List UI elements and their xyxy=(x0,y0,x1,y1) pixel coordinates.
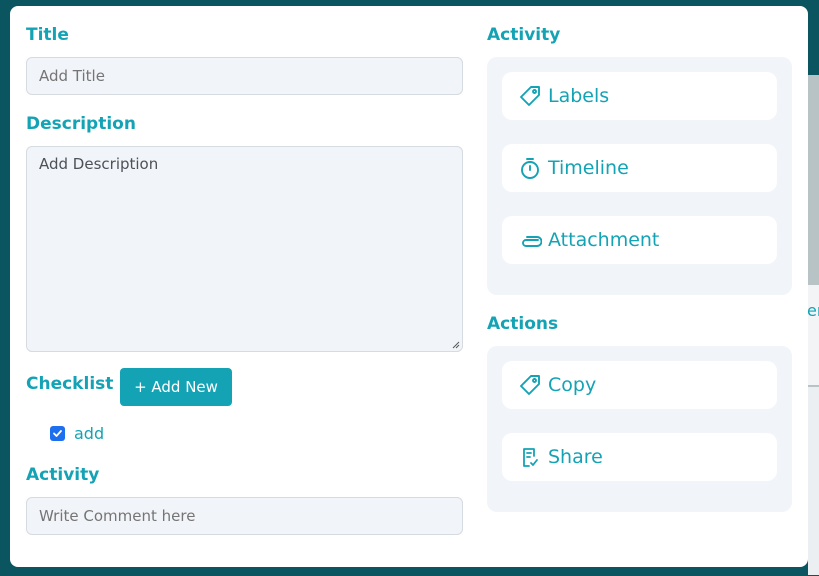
comment-input[interactable] xyxy=(26,497,463,535)
attachment-button[interactable]: Attachment xyxy=(502,216,777,264)
activity-panel: Labels Timeline Attachment xyxy=(487,57,792,295)
checklist-label: Checklist xyxy=(26,374,114,394)
card-detail-modal: Title Description Add Description Checkl… xyxy=(10,6,808,567)
add-new-button[interactable]: + Add New xyxy=(120,368,232,406)
title-input[interactable] xyxy=(26,57,463,95)
attachment-button-label: Attachment xyxy=(548,229,660,251)
tag-icon xyxy=(518,373,542,397)
background-board: er xyxy=(807,75,819,575)
paperclip-icon xyxy=(518,228,542,252)
background-column xyxy=(808,387,819,575)
description-textarea[interactable]: Add Description xyxy=(26,146,463,352)
labels-button-label: Labels xyxy=(548,85,610,107)
checklist-item[interactable]: add xyxy=(50,424,104,443)
checklist-checkbox[interactable] xyxy=(50,426,65,441)
activity-panel-heading: Activity xyxy=(487,25,561,45)
copy-button[interactable]: Copy xyxy=(502,361,777,409)
stopwatch-icon xyxy=(518,156,542,180)
activity-label: Activity xyxy=(26,465,100,485)
timeline-button-label: Timeline xyxy=(548,157,629,179)
share-button-label: Share xyxy=(548,446,603,468)
copy-button-label: Copy xyxy=(548,374,597,396)
background-card xyxy=(808,285,819,385)
checklist-item-label: add xyxy=(74,424,105,443)
actions-panel-heading: Actions xyxy=(487,314,559,334)
timeline-button[interactable]: Timeline xyxy=(502,144,777,192)
description-text: Add Description xyxy=(39,155,159,173)
background-text: er xyxy=(807,301,819,320)
labels-button[interactable]: Labels xyxy=(502,72,777,120)
title-label: Title xyxy=(26,25,69,45)
actions-panel: Copy Share xyxy=(487,346,792,512)
share-button[interactable]: Share xyxy=(502,433,777,481)
document-check-icon xyxy=(518,445,542,469)
description-label: Description xyxy=(26,114,136,134)
tag-icon xyxy=(518,84,542,108)
checkmark-icon xyxy=(53,430,62,437)
resize-grip-icon[interactable] xyxy=(452,341,460,349)
